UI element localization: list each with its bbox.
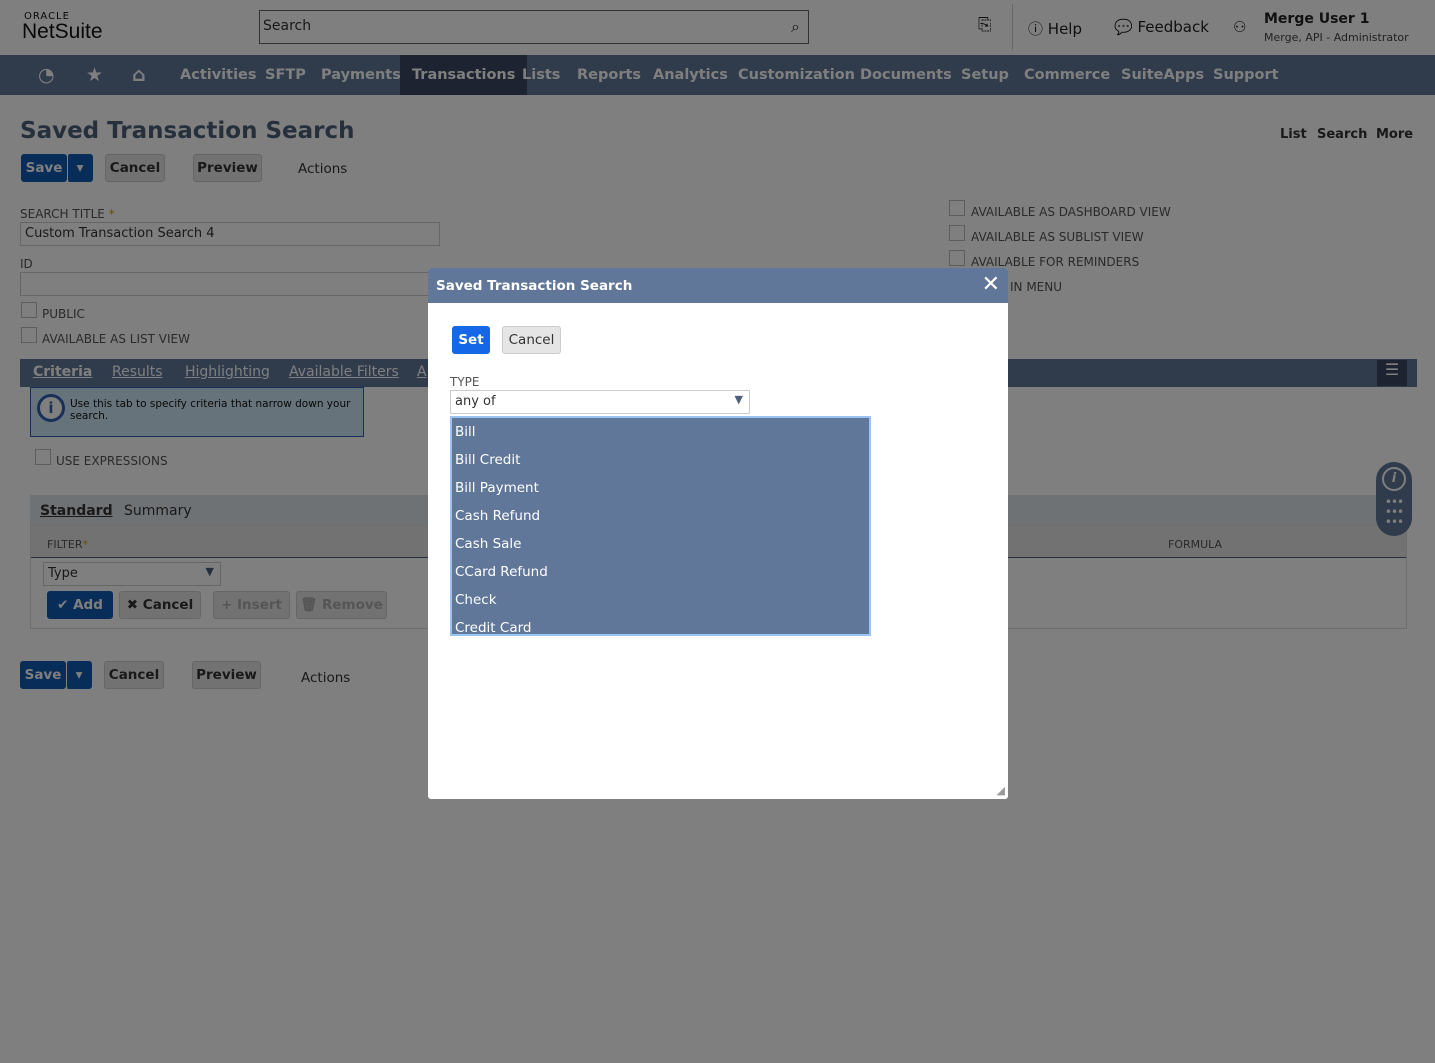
list-option[interactable]: Bill Payment: [452, 474, 869, 502]
type-label: TYPE: [450, 375, 480, 389]
list-option[interactable]: Bill Credit: [452, 446, 869, 474]
list-option[interactable]: Check: [452, 586, 869, 614]
list-option[interactable]: Cash Sale: [452, 530, 869, 558]
modal-header: Saved Transaction Search ✕: [428, 268, 1008, 303]
modal-title: Saved Transaction Search: [436, 278, 633, 294]
list-option[interactable]: Bill: [452, 418, 869, 446]
list-option[interactable]: Cash Refund: [452, 502, 869, 530]
type-modal: Saved Transaction Search ✕ Set Cancel TY…: [428, 268, 1008, 799]
chevron-down-icon: ▼: [734, 393, 743, 406]
list-option[interactable]: Credit Card: [452, 614, 869, 634]
list-option[interactable]: CCard Refund: [452, 558, 869, 586]
type-values-listbox[interactable]: Bill Bill Credit Bill Payment Cash Refun…: [450, 416, 871, 636]
close-icon[interactable]: ✕: [982, 272, 1000, 297]
modal-cancel-button[interactable]: Cancel: [502, 326, 561, 354]
set-button[interactable]: Set: [452, 326, 490, 354]
resize-handle-icon[interactable]: ◢: [997, 784, 1005, 797]
type-operator-select[interactable]: any of ▼: [450, 390, 750, 414]
